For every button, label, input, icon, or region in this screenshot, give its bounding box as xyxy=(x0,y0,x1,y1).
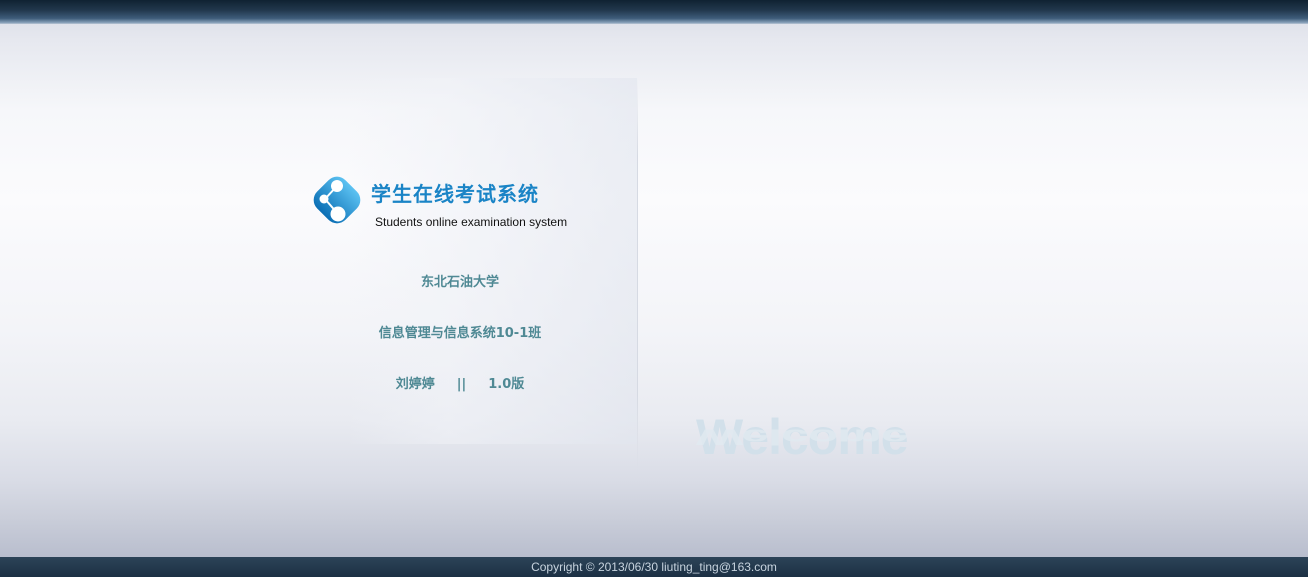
footer-bar: Copyright © 2013/06/30 liuting_ting@163.… xyxy=(0,557,1308,577)
app-subtitle: Students online examination system xyxy=(375,215,568,229)
welcome-banner: Welcome Welcome xyxy=(684,404,924,474)
welcome-reflection: Welcome xyxy=(696,424,908,450)
version-label: 1.0版 xyxy=(488,377,525,392)
share-nodes-icon xyxy=(313,176,361,224)
author-version-line: 刘婷婷 || 1.0版 xyxy=(347,373,573,392)
copyright-text: Copyright © 2013/06/30 liuting_ting@163.… xyxy=(531,560,777,574)
panel-divider xyxy=(637,78,638,474)
app-title: 学生在线考试系统 xyxy=(371,182,539,206)
login-page: 学生在线考试系统 Students online examination sys… xyxy=(0,0,1308,577)
author-name: 刘婷婷 xyxy=(395,377,435,392)
top-bar xyxy=(0,0,1308,24)
separator: || xyxy=(456,377,467,392)
class-name: 信息管理与信息系统10-1班 xyxy=(378,326,542,341)
university-name: 东北石油大学 xyxy=(420,275,499,290)
